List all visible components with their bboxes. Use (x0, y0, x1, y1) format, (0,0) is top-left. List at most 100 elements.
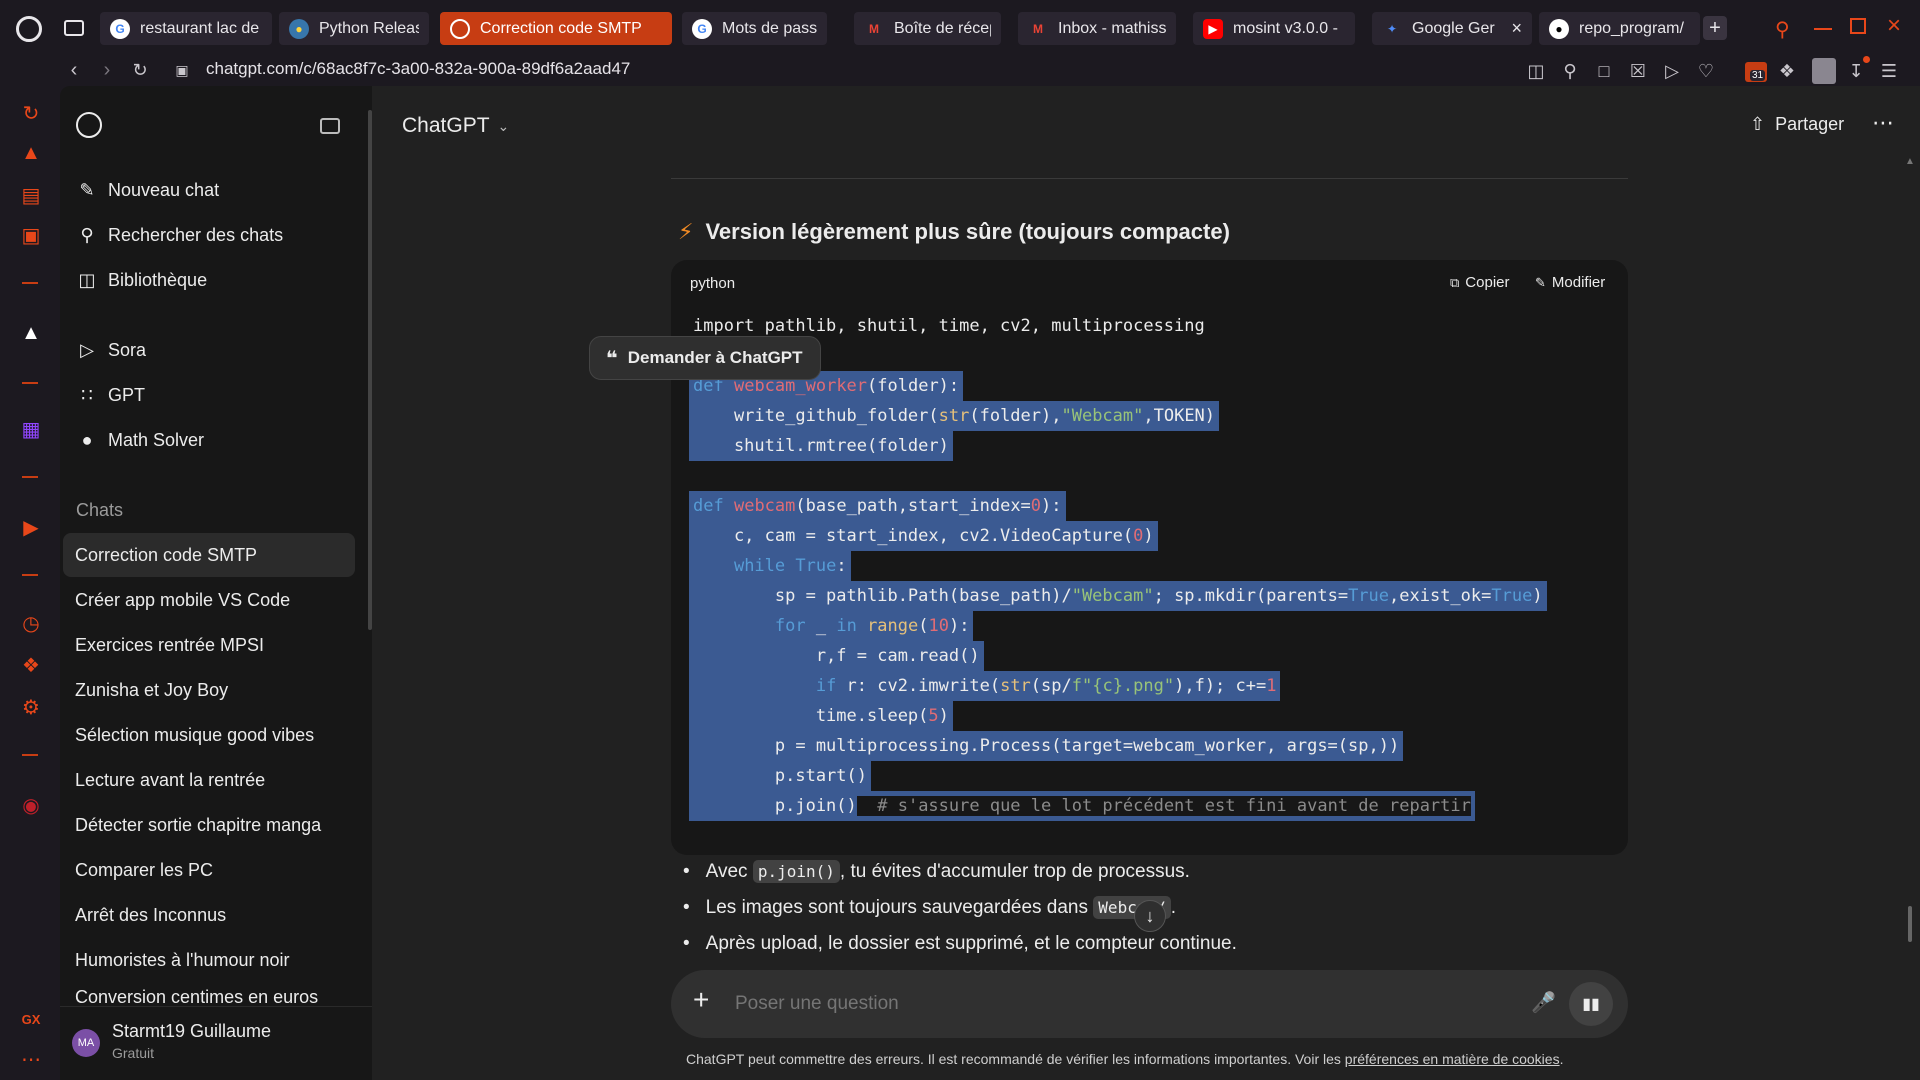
gx-logo-icon[interactable]: GX (18, 1006, 44, 1032)
more-icon[interactable]: ⋯ (18, 1046, 44, 1072)
reload-button[interactable]: ↻ (128, 58, 152, 82)
sidebar-app-item[interactable]: ● Math Solver (76, 420, 356, 460)
code-line: p = multiprocessing.Process(target=webca… (689, 731, 1404, 761)
player-icon[interactable]: ▶ (18, 514, 44, 540)
ask-chatgpt-tooltip[interactable]: ❝ Demander à ChatGPT (589, 336, 821, 380)
bullet-item: • Après upload, le dossier est supprimé, … (683, 933, 1237, 954)
chat-history-item[interactable]: Comparer les PC (63, 848, 355, 892)
profile-avatar[interactable] (1812, 58, 1836, 84)
divider (671, 178, 1628, 179)
opera-sidebar: ↻ ▲ ▤ ▣ ▲ ▦ ▶ ◷ ❖ ⚙ ◉ GX ⋯ (0, 86, 60, 1080)
opera-logo-icon[interactable] (16, 16, 42, 42)
tab-label: Correction code SMTP (480, 19, 642, 37)
browser-tab[interactable]: G Mots de passe (682, 12, 827, 45)
browser-tab[interactable]: ▶ mosint v3.0.0 - (1193, 12, 1355, 45)
code-line: write_github_folder(str(folder),"Webcam"… (689, 401, 1220, 431)
share-button[interactable]: ⇧ Partager (1750, 114, 1844, 135)
gmail-icon: M (1033, 21, 1043, 36)
browser-tab[interactable]: ● repo_program/ (1539, 12, 1700, 45)
close-sidebar-icon[interactable] (320, 118, 340, 134)
url-field[interactable]: chatgpt.com/c/68ac8f7c-3a00-832a-900a-89… (206, 59, 630, 79)
prompt-input[interactable] (735, 986, 1495, 1022)
history-icon[interactable]: ◷ (18, 610, 44, 636)
cleaner-icon[interactable]: ▤ (18, 182, 44, 208)
voice-mode-button[interactable]: ▮▮ (1569, 982, 1613, 1026)
edit-icon: ✎ (79, 179, 95, 200)
edit-button[interactable]: ✎ Modifier (1535, 274, 1605, 291)
user-avatar: MA (72, 1029, 100, 1057)
bullet-item: • Les images sont toujours sauvegardées d… (683, 896, 1177, 919)
new-tab-button[interactable]: + (1703, 16, 1727, 40)
close-tab-icon[interactable]: × (1511, 18, 1522, 39)
tab-label: mosint v3.0.0 - (1233, 19, 1338, 37)
back-button[interactable]: ‹ (62, 58, 86, 82)
browser-tab[interactable]: Correction code SMTP (440, 12, 672, 45)
download-icon[interactable]: ↧ (1845, 60, 1867, 82)
browser-tab[interactable]: ✦ Google Ger × (1372, 12, 1532, 45)
tab-search-icon[interactable]: ⚲ (1775, 17, 1790, 42)
tab-label: Python Release (319, 19, 419, 37)
copy-icon: ⧉ (1450, 274, 1460, 290)
copy-button[interactable]: ⧉ Copier (1450, 274, 1509, 291)
pin-icon[interactable]: ⚲ (1559, 60, 1581, 82)
model-selector[interactable]: ChatGPT ⌄ (402, 114, 509, 138)
sidebar-app-item[interactable]: ▷ Sora (76, 330, 356, 370)
cookie-preferences-link[interactable]: préférences en matière de cookies (1345, 1051, 1560, 1067)
chat-history-item[interactable]: Créer app mobile VS Code (63, 578, 355, 622)
gx-corner-icon[interactable]: ▣ (18, 222, 44, 248)
sidebar-item-library[interactable]: ◫ Bibliothèque (76, 260, 356, 300)
browser-tab[interactable]: ● Python Release (279, 12, 429, 45)
workspace-icon[interactable]: ▲ (18, 320, 44, 346)
microphone-icon[interactable]: 🎤 (1531, 990, 1556, 1015)
close-window-button[interactable]: × (1887, 12, 1901, 40)
chat-history-item[interactable]: Zunisha et Joy Boy (63, 668, 355, 712)
code-line: if r: cv2.imwrite(str(sp/f"{c}.png"),f);… (689, 671, 1281, 701)
chat-history-item[interactable]: Arrêt des Inconnus (63, 893, 355, 937)
forward-button[interactable]: › (95, 58, 119, 82)
chatgpt-logo-icon[interactable] (76, 112, 102, 138)
scroll-up-arrow-icon[interactable]: ▲ (1905, 156, 1915, 167)
chat-history-item[interactable]: Correction code SMTP (63, 533, 355, 577)
chat-history-item[interactable]: Exercices rentrée MPSI (63, 623, 355, 667)
chat-history-item[interactable]: Humoristes à l'humour noir (63, 938, 355, 982)
sidebar-item-search[interactable]: ⚲ Rechercher des chats (76, 215, 356, 255)
chatgpt-icon (450, 18, 470, 39)
chat-history-item[interactable]: Sélection musique good vibes (63, 713, 355, 757)
browser-tab[interactable]: M Inbox - mathiss (1018, 12, 1176, 45)
chat-history-item[interactable]: Lecture avant la rentrée (63, 758, 355, 802)
adblock-icon[interactable]: ☒ (1627, 60, 1649, 82)
add-attachment-button[interactable]: + (693, 984, 709, 1016)
code-line: shutil.rmtree(folder) (689, 431, 953, 461)
code-line: p.join() # s'assure que le lot précédent… (689, 791, 1475, 821)
settings-icon[interactable]: ⚙ (18, 694, 44, 720)
share-label: Partager (1775, 114, 1845, 134)
browser-tab[interactable]: M Boîte de récepti (854, 12, 1001, 45)
sidebar-item-edit[interactable]: ✎ Nouveau chat (76, 170, 356, 210)
gx-control-icon[interactable]: ▲ (18, 140, 44, 166)
chat-history-item[interactable]: Détecter sortie chapitre manga (63, 803, 355, 847)
extensions-sidebar-icon[interactable]: ❖ (18, 652, 44, 678)
section-heading: ⚡ Version légèrement plus sûre (toujours… (678, 219, 1230, 244)
tab-overview-icon[interactable] (64, 20, 84, 36)
sidebar-item-label: Math Solver (108, 429, 205, 450)
heart-icon[interactable]: ♡ (1695, 60, 1717, 82)
minimize-button[interactable] (1814, 28, 1832, 30)
extensions-icon[interactable]: ❖ (1776, 60, 1798, 82)
split-view-icon[interactable]: ◫ (1525, 60, 1547, 82)
snapshot-icon[interactable]: □ (1593, 60, 1615, 82)
user-name: Starmt19 Guillaume (112, 1021, 272, 1041)
user-profile[interactable]: MA Starmt19 Guillaume Gratuit (60, 1006, 372, 1080)
menu-icon[interactable]: ☰ (1878, 60, 1900, 82)
sidebar-item-label: GPT (108, 384, 146, 405)
play-icon[interactable]: ▷ (1661, 60, 1683, 82)
more-options-icon[interactable]: ⋯ (1872, 110, 1894, 136)
main-scrollbar[interactable] (1908, 906, 1912, 942)
sidebar-app-item[interactable]: ∷ GPT (76, 375, 356, 415)
code-line: def webcam(base_path,start_index=0): (689, 491, 1066, 521)
twitch-icon[interactable]: ▦ (18, 416, 44, 442)
browser-tab[interactable]: Grestaurant lac de (100, 12, 272, 45)
aria-icon[interactable]: ↻ (18, 100, 44, 126)
ublock-icon[interactable]: ◉ (18, 792, 44, 818)
scroll-down-button[interactable]: ↓ (1134, 900, 1166, 932)
restore-button[interactable] (1850, 18, 1866, 34)
